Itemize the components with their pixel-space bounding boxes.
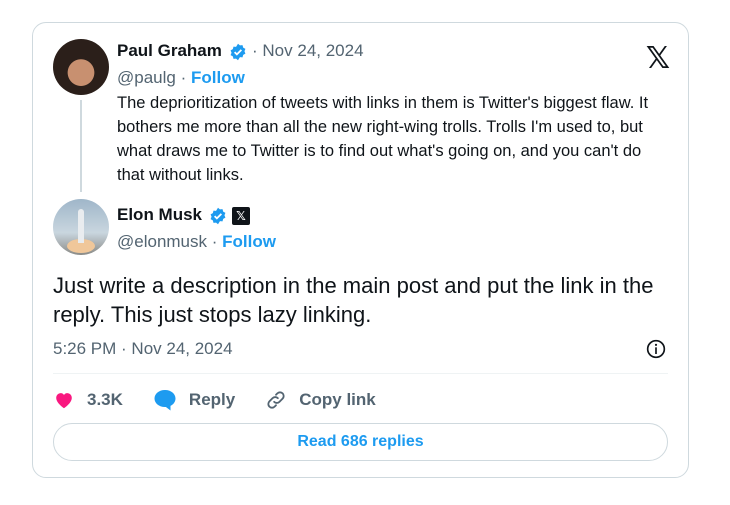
quoted-post-text: The deprioritization of tweets with link…: [117, 94, 649, 184]
quoted-date-line: · Nov 24, 2024: [252, 41, 364, 61]
thread-connector-line: [80, 100, 82, 192]
reply-handle[interactable]: @elonmusk: [117, 232, 207, 251]
follow-elonmusk-button[interactable]: Follow: [222, 232, 276, 251]
copy-link-label: Copy link: [299, 390, 376, 409]
reply-author-name[interactable]: Elon Musk: [117, 205, 202, 225]
separator-dot: ·: [180, 68, 187, 87]
x-affiliation-badge-icon: 𝕏: [232, 207, 250, 225]
verified-badge-icon: [230, 43, 246, 61]
action-bar: 3.3K Reply Copy link: [53, 385, 406, 415]
reply-bubble-icon: [154, 390, 176, 411]
divider: [53, 373, 668, 374]
link-icon: [267, 391, 285, 409]
x-logo-icon[interactable]: 𝕏: [646, 41, 670, 76]
paul-graham-avatar[interactable]: [53, 39, 109, 95]
avatar-rocket-shape: [78, 209, 84, 243]
info-icon[interactable]: [646, 339, 666, 359]
quoted-date[interactable]: Nov 24, 2024: [262, 41, 363, 60]
post-timestamp[interactable]: 5:26 PM · Nov 24, 2024: [53, 339, 233, 359]
reply-label: Reply: [188, 390, 236, 409]
like-button[interactable]: 3.3K: [53, 389, 123, 411]
reply-button[interactable]: Reply: [153, 389, 235, 411]
elon-musk-avatar[interactable]: [53, 199, 109, 255]
quoted-handle-line: @paulg · Follow: [117, 68, 245, 88]
embedded-tweet-card: Paul Graham · Nov 24, 2024 @paulg · Foll…: [32, 22, 689, 478]
separator-dot: ·: [211, 232, 218, 251]
separator-dot: ·: [252, 41, 258, 60]
reply-handle-line: @elonmusk · Follow: [117, 232, 276, 252]
main-post-text: Just write a description in the main pos…: [53, 273, 654, 327]
like-count: 3.3K: [87, 390, 123, 409]
quoted-author-name[interactable]: Paul Graham: [117, 41, 222, 61]
heart-icon: [56, 393, 72, 409]
read-replies-button[interactable]: Read 686 replies: [53, 423, 668, 461]
quoted-handle[interactable]: @paulg: [117, 68, 176, 87]
follow-paulg-button[interactable]: Follow: [191, 68, 245, 87]
verified-badge-icon: [210, 207, 226, 225]
copy-link-button[interactable]: Copy link: [265, 389, 376, 411]
